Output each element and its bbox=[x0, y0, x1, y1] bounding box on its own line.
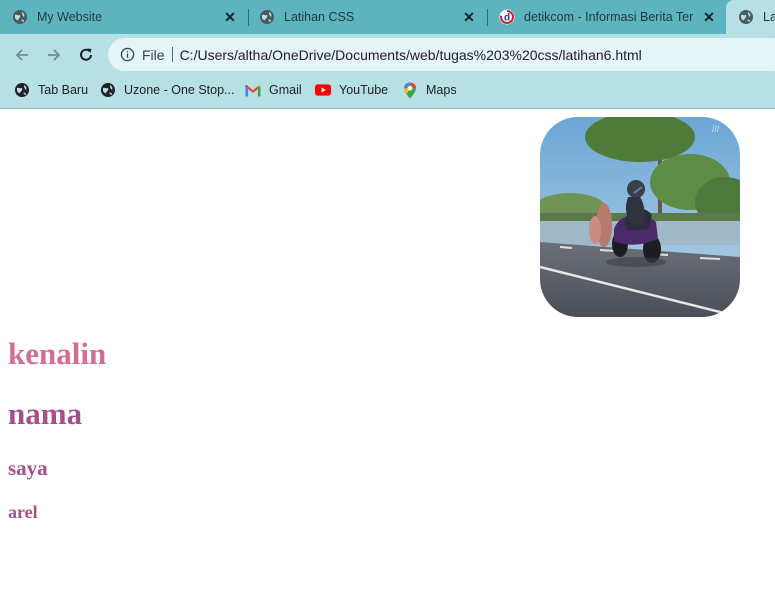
bookmark-label: YouTube bbox=[339, 83, 389, 97]
tab-strip: My Website ✕ Latihan CSS ✕ d detikcom - … bbox=[0, 0, 775, 34]
arrow-left-icon bbox=[15, 49, 28, 61]
bookmark-uzone[interactable]: Uzone - One Stop... bbox=[100, 75, 234, 105]
youtube-icon bbox=[315, 82, 331, 98]
tab-latihan-css[interactable]: Latihan CSS ✕ bbox=[259, 0, 483, 34]
browser-toolbar: File C:/Users/altha/OneDrive/Documents/w… bbox=[0, 34, 775, 75]
tab-separator bbox=[248, 9, 249, 26]
heading-saya: saya bbox=[8, 456, 48, 480]
tab-active[interactable]: Lat bbox=[726, 0, 775, 34]
tab-title: Lat bbox=[763, 10, 775, 24]
motorcycle-racer-image: /// bbox=[540, 117, 740, 317]
svg-text:d: d bbox=[504, 13, 510, 24]
heading-arel: arel bbox=[8, 502, 38, 522]
close-tab-icon[interactable]: ✕ bbox=[461, 9, 477, 25]
tab-title: Latihan CSS bbox=[284, 10, 355, 24]
url-divider bbox=[171, 47, 173, 62]
maps-icon bbox=[402, 82, 418, 98]
reload-button[interactable] bbox=[75, 44, 97, 66]
bookmark-tab-baru[interactable]: Tab Baru bbox=[14, 75, 88, 105]
bookmark-label: Gmail bbox=[269, 83, 302, 97]
svg-text:///: /// bbox=[712, 124, 720, 134]
bookmark-maps[interactable]: Maps bbox=[402, 75, 457, 105]
info-icon[interactable] bbox=[119, 47, 135, 63]
bookmark-gmail[interactable]: Gmail bbox=[245, 75, 302, 105]
reload-icon bbox=[80, 48, 92, 61]
close-tab-icon[interactable]: ✕ bbox=[701, 9, 717, 25]
bookmark-label: Tab Baru bbox=[38, 83, 89, 97]
url-text[interactable]: C:/Users/altha/OneDrive/Documents/web/tu… bbox=[180, 47, 642, 63]
tab-separator bbox=[487, 9, 488, 26]
back-button[interactable] bbox=[11, 44, 33, 66]
address-bar[interactable]: File C:/Users/altha/OneDrive/Documents/w… bbox=[108, 38, 775, 71]
close-tab-icon[interactable]: ✕ bbox=[222, 9, 238, 25]
globe-icon bbox=[738, 9, 754, 25]
tab-detikcom[interactable]: d detikcom - Informasi Berita Terkini ✕ bbox=[499, 0, 723, 34]
detik-icon: d bbox=[499, 9, 515, 25]
bookmark-label: Maps bbox=[426, 83, 457, 97]
arrow-right-icon bbox=[48, 49, 61, 61]
globe-icon bbox=[259, 9, 275, 25]
url-scheme-label: File bbox=[142, 46, 165, 63]
tab-title: detikcom - Informasi Berita Terkini bbox=[524, 10, 694, 24]
bookmarks-bar: Tab Baru Uzone - One Stop... Gmail YouTu… bbox=[0, 75, 775, 109]
globe-icon bbox=[100, 82, 116, 98]
heading-nama: nama bbox=[8, 396, 83, 431]
globe-icon bbox=[12, 9, 28, 25]
bookmark-youtube[interactable]: YouTube bbox=[315, 75, 388, 105]
globe-icon bbox=[14, 82, 30, 98]
forward-button[interactable] bbox=[43, 44, 65, 66]
bookmark-label: Uzone - One Stop... bbox=[124, 83, 235, 97]
tab-my-website[interactable]: My Website ✕ bbox=[12, 0, 244, 34]
heading-kenalin: kenalin bbox=[8, 336, 107, 371]
gmail-icon bbox=[245, 82, 261, 98]
tab-title: My Website bbox=[37, 10, 103, 24]
